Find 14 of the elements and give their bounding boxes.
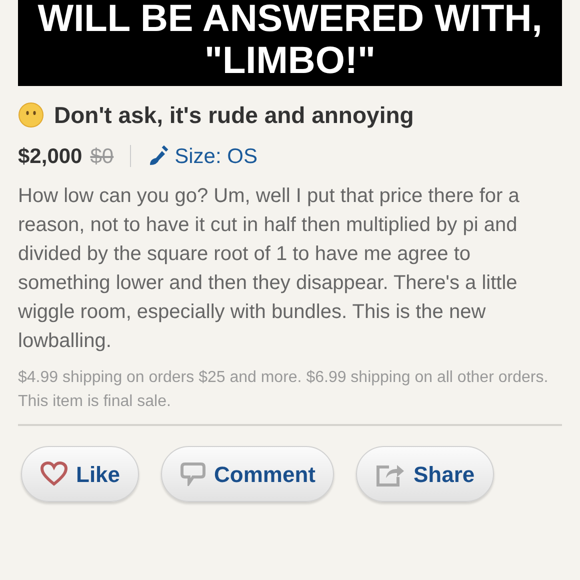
- share-button[interactable]: Share: [356, 446, 494, 502]
- speech-bubble-icon: [180, 462, 206, 486]
- like-button[interactable]: Like: [21, 446, 140, 502]
- original-price: $0: [90, 144, 114, 170]
- shipping-note: $4.99 shipping on orders $25 and more. $6.99 shipping on all other orders. This item is final sale.: [18, 368, 550, 412]
- description: How low can you go? Um, well I put that price there for a reason, not to have it cut in half then multiplied by pi and divided by the square root of 1 to have me agree to something lower and then they disappear. There's a little wiggle room, especially with bundles. This is the new lowballing.: [18, 184, 520, 354]
- image-caption: WILL BE ANSWERED WITH,: [38, 0, 542, 40]
- size-link[interactable]: Size: OS: [174, 140, 258, 172]
- price: $2,000: [18, 144, 82, 170]
- heart-icon: [40, 461, 68, 487]
- comment-button[interactable]: Comment: [161, 446, 334, 502]
- image-caption: "LIMBO!": [204, 40, 376, 82]
- listing-title: Don't ask, it's rude and annoying: [54, 101, 414, 130]
- speechless-face-icon: [18, 102, 44, 128]
